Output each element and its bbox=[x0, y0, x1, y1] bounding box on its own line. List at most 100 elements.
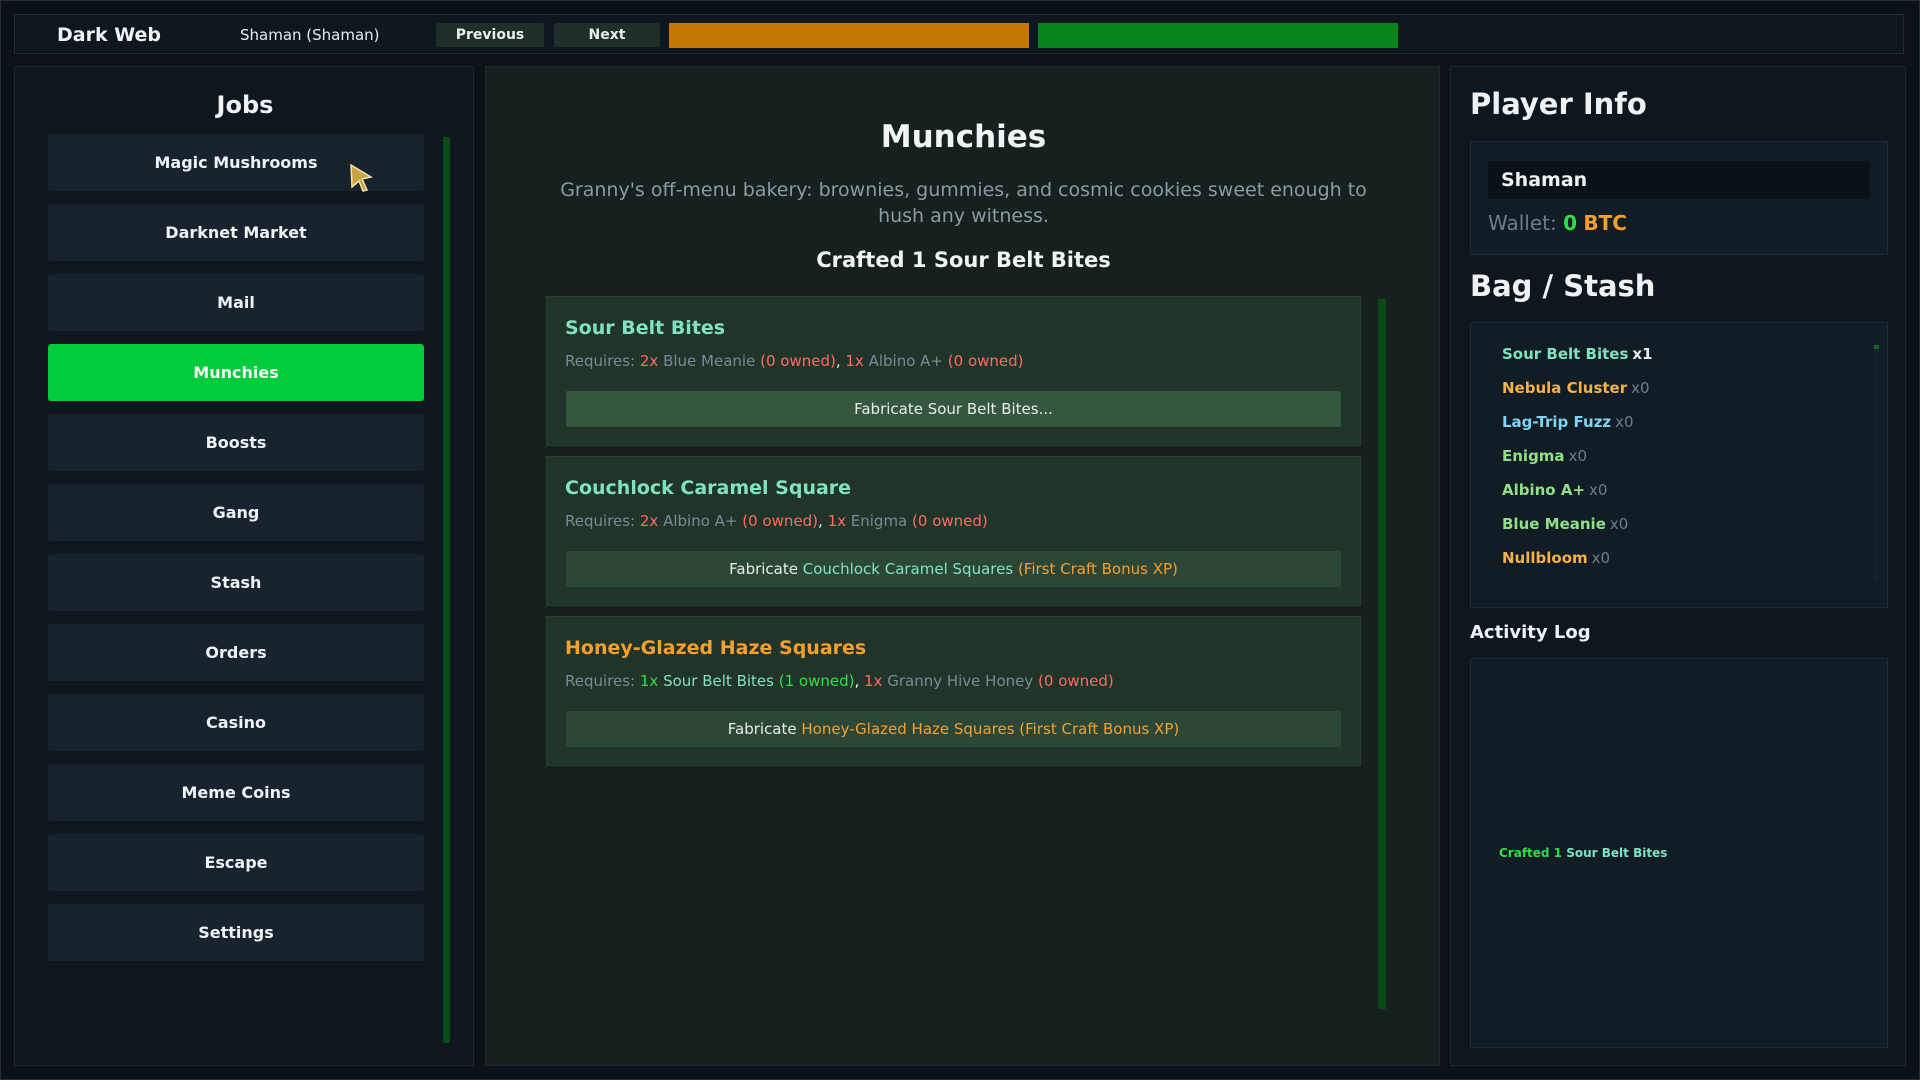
bag-item[interactable]: Sour Belt Bites x1 bbox=[1502, 345, 1653, 363]
ingredient-separator: , bbox=[854, 672, 860, 690]
bag-item-name: Blue Meanie bbox=[1502, 515, 1606, 533]
ingredient-name: Sour Belt Bites bbox=[663, 672, 774, 690]
job-stash[interactable]: Stash bbox=[48, 554, 424, 611]
orange-progress-fill bbox=[669, 23, 1029, 48]
ingredient-qty: 1x bbox=[639, 672, 659, 690]
bag-item-qty: x0 bbox=[1631, 379, 1650, 397]
ingredient-name: Albino A+ bbox=[868, 352, 943, 370]
bag-item-qty: x0 bbox=[1591, 549, 1611, 567]
bag-scrollbar-thumb[interactable] bbox=[1874, 345, 1879, 349]
bag-item-qty: x0 bbox=[1589, 481, 1608, 499]
log-entry-item: Sour Belt Bites bbox=[1566, 846, 1668, 860]
requires-label: Requires: bbox=[565, 672, 636, 690]
recipe-requirements: Requires: 1x Sour Belt Bites (1 owned), … bbox=[565, 672, 1114, 690]
player-name: Shaman bbox=[1488, 161, 1869, 199]
top-bar: Dark Web Shaman (Shaman) Previous Next bbox=[14, 14, 1904, 54]
munchies-panel: Munchies Granny's off-menu bakery: brown… bbox=[485, 66, 1440, 1066]
bag-item-name: Enigma bbox=[1502, 447, 1565, 465]
job-gang[interactable]: Gang bbox=[48, 484, 424, 541]
ingredient-separator: , bbox=[835, 352, 841, 370]
bag-item-name: Lag-Trip Fuzz bbox=[1502, 413, 1612, 431]
job-darknet-market[interactable]: Darknet Market bbox=[48, 204, 424, 261]
job-orders[interactable]: Orders bbox=[48, 624, 424, 681]
job-munchies[interactable]: Munchies bbox=[48, 344, 424, 401]
bag-item-name: Nebula Cluster bbox=[1502, 379, 1628, 397]
green-progress-bar bbox=[1038, 23, 1398, 48]
fabricate-label: Fabricate Sour Belt Bites... bbox=[854, 400, 1053, 418]
job-settings[interactable]: Settings bbox=[48, 904, 424, 961]
bag-item-qty: x0 bbox=[1609, 515, 1629, 533]
requires-label: Requires: bbox=[565, 512, 636, 530]
ingredient-owned: (0 owned) bbox=[947, 352, 1024, 370]
page-description: Granny's off-menu bakery: brownies, gumm… bbox=[560, 179, 1367, 227]
job-mail[interactable]: Mail bbox=[48, 274, 424, 331]
ingredient-qty: 2x bbox=[639, 512, 659, 530]
bag-item[interactable]: Albino A+ x0 bbox=[1502, 481, 1607, 499]
ingredient-name: Blue Meanie bbox=[663, 352, 756, 370]
job-meme-coins[interactable]: Meme Coins bbox=[48, 764, 424, 821]
fabricate-honey-glazed-button[interactable]: Fabricate Honey-Glazed Haze Squares (Fir… bbox=[566, 711, 1341, 747]
next-button[interactable]: Next bbox=[554, 23, 660, 47]
player-card: Shaman Wallet: 0 BTC bbox=[1470, 141, 1888, 255]
ingredient-qty: 1x bbox=[864, 672, 883, 690]
bag-title: Bag / Stash bbox=[1470, 269, 1656, 303]
recipe-name: Sour Belt Bites bbox=[565, 317, 726, 339]
bag-item[interactable]: Lag-Trip Fuzz x0 bbox=[1502, 413, 1634, 431]
first-craft-bonus: (First Craft Bonus XP) bbox=[1017, 560, 1178, 578]
first-craft-bonus: (First Craft Bonus XP) bbox=[1019, 720, 1180, 738]
orange-progress-bar bbox=[669, 23, 1029, 48]
craft-status: Crafted 1 Sour Belt Bites bbox=[816, 248, 1111, 272]
fabricate-label: Fabricate bbox=[729, 560, 798, 578]
recipe-name: Honey-Glazed Haze Squares bbox=[565, 637, 867, 659]
bag-scrollbar[interactable] bbox=[1874, 345, 1879, 580]
recipe-card: Couchlock Caramel Square Requires: 2x Al… bbox=[546, 456, 1361, 606]
recipe-list: Sour Belt Bites Requires: 2x Blue Meanie… bbox=[546, 296, 1361, 776]
ingredient-owned: (0 owned) bbox=[760, 352, 836, 370]
ingredient-separator: , bbox=[818, 512, 823, 530]
wallet-amount: 0 bbox=[1563, 211, 1578, 235]
ingredient-qty: 1x bbox=[827, 512, 846, 530]
recipes-scrollbar[interactable] bbox=[1378, 299, 1386, 1009]
log-entry: Crafted 1 Sour Belt Bites bbox=[1499, 846, 1667, 860]
bag-item-qty: x0 bbox=[1568, 447, 1587, 465]
page-title: Munchies bbox=[880, 119, 1047, 155]
requires-label: Requires: bbox=[565, 352, 636, 370]
recipe-card: Honey-Glazed Haze Squares Requires: 1x S… bbox=[546, 616, 1361, 766]
bag-item-name: Albino A+ bbox=[1502, 481, 1586, 499]
recipe-name: Couchlock Caramel Square bbox=[565, 477, 852, 499]
fabricate-sour-belt-bites-button[interactable]: Fabricate Sour Belt Bites... bbox=[566, 391, 1341, 427]
app-title: Dark Web bbox=[57, 24, 161, 46]
green-progress-fill bbox=[1038, 23, 1398, 48]
ingredient-name: Granny Hive Honey bbox=[887, 672, 1034, 690]
wallet-label: Wallet: bbox=[1488, 211, 1557, 235]
bag-item[interactable]: Nebula Cluster x0 bbox=[1502, 379, 1650, 397]
jobs-list: Magic Mushrooms Darknet Market Mail Munc… bbox=[48, 134, 424, 974]
bag-item[interactable]: Nullbloom x0 bbox=[1502, 549, 1610, 567]
recipe-requirements: Requires: 2x Blue Meanie (0 owned), 1x A… bbox=[565, 352, 1024, 370]
previous-button[interactable]: Previous bbox=[436, 23, 544, 47]
ingredient-owned: (0 owned) bbox=[742, 512, 818, 530]
fabricate-item: Honey-Glazed Haze Squares bbox=[801, 720, 1015, 738]
ingredient-qty: 2x bbox=[639, 352, 659, 370]
job-casino[interactable]: Casino bbox=[48, 694, 424, 751]
activity-log-title: Activity Log bbox=[1470, 622, 1591, 643]
player-info-panel: Player Info Shaman Wallet: 0 BTC Bag / S… bbox=[1450, 66, 1906, 1066]
bag-item[interactable]: Enigma x0 bbox=[1502, 447, 1587, 465]
fabricate-couchlock-button[interactable]: Fabricate Couchlock Caramel Squares (Fir… bbox=[566, 551, 1341, 587]
ingredient-owned: (0 owned) bbox=[912, 512, 988, 530]
jobs-scrollbar[interactable] bbox=[443, 137, 450, 1043]
bag-item[interactable]: Blue Meanie x0 bbox=[1502, 515, 1628, 533]
player-info-title: Player Info bbox=[1470, 87, 1647, 121]
job-escape[interactable]: Escape bbox=[48, 834, 424, 891]
activity-log: Crafted 1 Sour Belt Bites bbox=[1470, 658, 1888, 1048]
recipe-card: Sour Belt Bites Requires: 2x Blue Meanie… bbox=[546, 296, 1361, 446]
ingredient-qty: 1x bbox=[845, 352, 864, 370]
wallet-currency: BTC bbox=[1583, 211, 1627, 235]
fabricate-label: Fabricate bbox=[727, 720, 797, 738]
bag-item-name: Nullbloom bbox=[1502, 549, 1588, 567]
wallet-row: Wallet: 0 BTC bbox=[1488, 211, 1627, 235]
fabricate-item: Couchlock Caramel Squares bbox=[802, 560, 1014, 578]
job-boosts[interactable]: Boosts bbox=[48, 414, 424, 471]
ingredient-owned: (1 owned) bbox=[778, 672, 855, 690]
bag-item-qty: x0 bbox=[1615, 413, 1634, 431]
